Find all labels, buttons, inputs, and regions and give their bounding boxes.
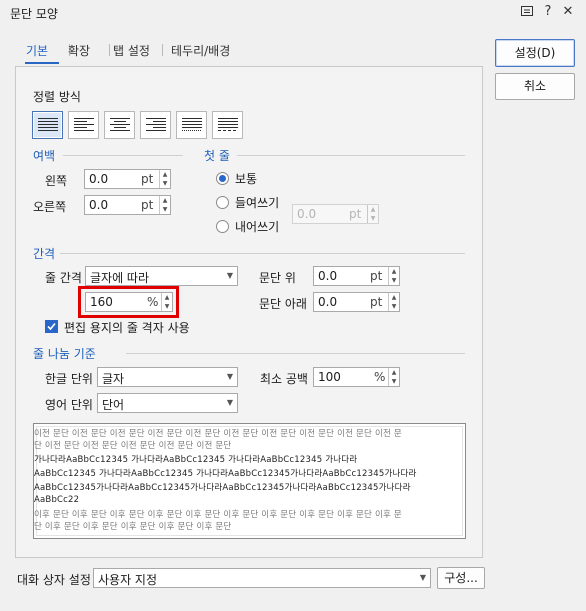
min-space-unit: % — [374, 370, 386, 384]
preview-line: 단 이전 문단 이전 문단 이전 문단 이전 문단 이전 문단 — [34, 441, 232, 451]
dialog-setting-label: 대화 상자 설정 — [17, 573, 91, 587]
spacing-title: 간격 — [33, 247, 56, 261]
tab-separator — [109, 44, 110, 56]
first-line-indent-value: 0.0 — [297, 207, 317, 221]
margin-left-field[interactable]: 0.0 pt ▲ ▼ — [84, 169, 171, 189]
after-label: 문단 아래 — [259, 297, 307, 311]
align-divide-icon — [218, 118, 238, 131]
english-unit-label: 영어 단위 — [45, 398, 93, 412]
preview-line: AaBbCc22 — [34, 495, 80, 505]
spin-arrows: ▲ ▼ — [367, 205, 378, 223]
min-space-label: 최소 공백 — [260, 372, 308, 386]
spin-arrows[interactable]: ▲ ▼ — [388, 368, 399, 386]
align-justify-button[interactable] — [32, 111, 63, 139]
ok-button[interactable]: 설정(D) — [495, 39, 575, 67]
before-unit: pt — [370, 269, 383, 283]
after-unit: pt — [370, 295, 383, 309]
help-icon[interactable]: ? — [539, 3, 557, 21]
margin-left-unit: pt — [141, 172, 154, 186]
align-justify-icon — [38, 118, 58, 131]
radio-indent-label: 들여쓰기 — [235, 196, 280, 210]
korean-unit-value: 글자 — [102, 372, 125, 386]
grid-checkbox-label: 편집 용지의 줄 격자 사용 — [64, 321, 190, 335]
preview-line: AaBbCc12345 가나다라AaBbCc12345 가나다라AaBbCc12… — [34, 469, 417, 479]
chevron-down-icon: ▼ — [419, 573, 426, 582]
min-space-value: 100 — [318, 370, 341, 384]
preview-line: 단 이후 문단 이후 문단 이후 문단 이후 문단 이후 문단 — [34, 522, 232, 532]
preview-line: 가나다라AaBbCc12345 가나다라AaBbCc12345 가나다라AaBb… — [34, 455, 358, 465]
align-center-button[interactable] — [104, 111, 135, 139]
margin-right-value: 0.0 — [89, 198, 109, 212]
margin-right-unit: pt — [141, 198, 154, 212]
line-spacing-type-value: 글자에 따라 — [90, 271, 150, 285]
tab-basic[interactable]: 기본 — [26, 42, 48, 59]
radio-hanging-label: 내어쓰기 — [235, 220, 280, 234]
spin-arrows[interactable]: ▲ ▼ — [159, 196, 170, 214]
cancel-button[interactable]: 취소 — [495, 73, 575, 100]
chat-icon[interactable] — [518, 3, 536, 21]
margin-left-label: 왼쪽 — [45, 174, 68, 188]
compose-button[interactable]: 구성... — [437, 567, 485, 589]
red-highlight-box — [78, 286, 179, 318]
preview-line: 이후 문단 이후 문단 이후 문단 이후 문단 이후 문단 이후 문단 이후 문… — [34, 510, 402, 520]
preview-line: 이전 문단 이전 문단 이전 문단 이전 문단 이전 문단 이전 문단 이전 문… — [34, 429, 402, 439]
before-value: 0.0 — [318, 269, 338, 283]
margin-right-label: 오른쪽 — [33, 200, 67, 214]
after-field[interactable]: 0.0 pt ▲ ▼ — [313, 292, 400, 312]
first-line-title: 첫 줄 — [204, 149, 230, 163]
window-title: 문단 모양 — [10, 7, 58, 21]
tab-extended[interactable]: 확장 — [68, 42, 90, 59]
spin-arrows[interactable]: ▲ ▼ — [388, 293, 399, 311]
title-bar: 문단 모양 ? ✕ — [0, 0, 586, 26]
english-unit-select[interactable]: 단어 ▼ — [97, 393, 238, 413]
align-left-icon — [74, 118, 94, 131]
first-line-indent-unit: pt — [349, 207, 362, 221]
korean-unit-label: 한글 단위 — [45, 372, 93, 386]
radio-hanging[interactable] — [216, 220, 229, 233]
tab-separator — [162, 44, 163, 56]
align-right-icon — [146, 118, 166, 131]
section-divider — [126, 353, 465, 354]
radio-normal-label: 보통 — [235, 172, 258, 186]
align-right-button[interactable] — [140, 111, 171, 139]
min-space-field[interactable]: 100 % ▲ ▼ — [313, 367, 400, 387]
section-divider — [60, 253, 465, 254]
radio-normal[interactable] — [216, 172, 229, 185]
before-label: 문단 위 — [259, 271, 296, 285]
margin-title: 여백 — [33, 149, 56, 163]
first-line-indent-field: 0.0 pt ▲ ▼ — [292, 204, 379, 224]
section-divider — [63, 155, 183, 156]
chevron-down-icon: ▼ — [226, 271, 233, 280]
line-spacing-type-select[interactable]: 글자에 따라 ▼ — [85, 266, 238, 286]
line-break-title: 줄 나눔 기준 — [33, 347, 96, 361]
spin-arrows[interactable]: ▲ ▼ — [159, 170, 170, 188]
section-divider — [237, 155, 465, 156]
korean-unit-select[interactable]: 글자 ▼ — [97, 367, 238, 387]
margin-right-field[interactable]: 0.0 pt ▲ ▼ — [84, 195, 171, 215]
active-tab-indicator — [25, 62, 59, 64]
line-spacing-label: 줄 간격 — [45, 271, 82, 285]
align-left-button[interactable] — [68, 111, 99, 139]
alignment-title: 정렬 방식 — [33, 90, 81, 104]
dialog-setting-select[interactable]: 사용자 지정 ▼ — [93, 568, 431, 588]
close-icon[interactable]: ✕ — [559, 3, 577, 21]
align-distribute-icon — [182, 118, 202, 131]
radio-indent[interactable] — [216, 196, 229, 209]
chevron-down-icon: ▼ — [226, 398, 233, 407]
align-distribute-button[interactable] — [176, 111, 207, 139]
dialog-setting-value: 사용자 지정 — [98, 573, 158, 587]
checkmark-icon — [47, 322, 56, 331]
grid-checkbox[interactable] — [45, 320, 58, 333]
english-unit-value: 단어 — [102, 398, 125, 412]
preview-line: AaBbCc12345가나다라AaBbCc12345가나다라AaBbCc1234… — [34, 483, 411, 493]
tab-tab-settings[interactable]: 탭 설정 — [113, 42, 150, 59]
align-divide-button[interactable] — [212, 111, 243, 139]
before-field[interactable]: 0.0 pt ▲ ▼ — [313, 266, 400, 286]
margin-left-value: 0.0 — [89, 172, 109, 186]
align-center-icon — [110, 118, 130, 131]
tab-border-background[interactable]: 테두리/배경 — [171, 42, 230, 59]
after-value: 0.0 — [318, 295, 338, 309]
chevron-down-icon: ▼ — [226, 372, 233, 381]
spin-arrows[interactable]: ▲ ▼ — [388, 267, 399, 285]
